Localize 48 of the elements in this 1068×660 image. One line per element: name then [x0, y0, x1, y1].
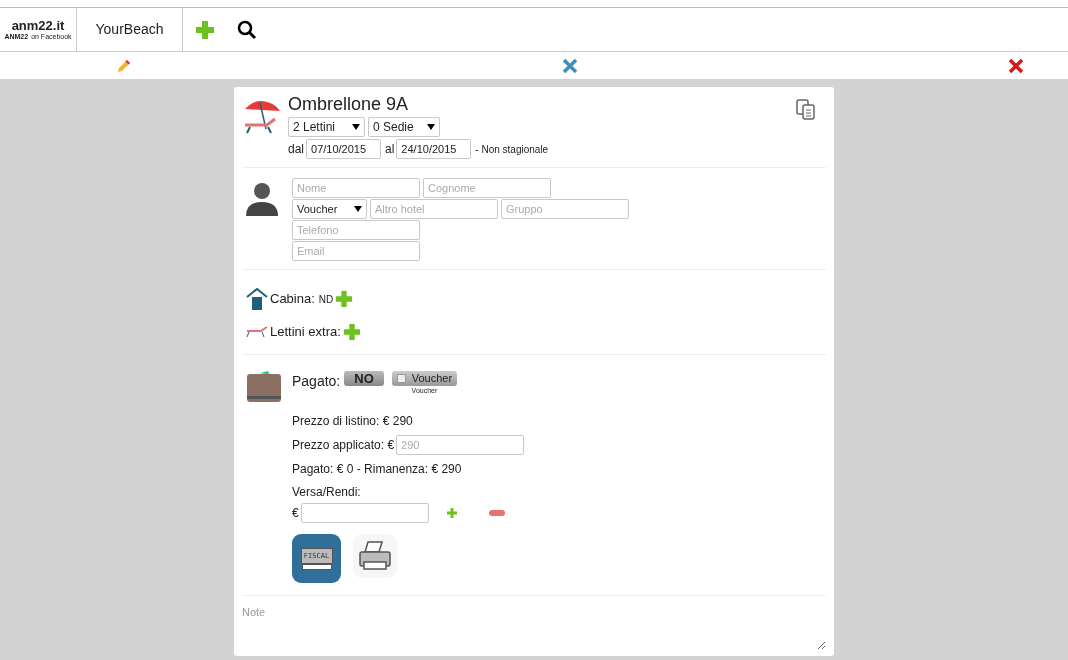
text-field[interactable]: Gruppo: [501, 199, 629, 219]
amount-field[interactable]: [300, 503, 429, 523]
checkbox[interactable]: [396, 373, 406, 383]
minus-icon[interactable]: [488, 510, 505, 516]
list-price: Prezzo di listino: € 290: [292, 413, 414, 430]
text-field[interactable]: Email: [292, 241, 420, 261]
paid-toggle[interactable]: NO: [344, 370, 384, 386]
close-icon[interactable]: [1008, 57, 1024, 74]
plus-icon[interactable]: [446, 508, 457, 518]
count-select[interactable]: 0 Sedie: [368, 117, 440, 137]
text-field[interactable]: Altro hotel: [370, 199, 498, 219]
extra-value: ND: [318, 292, 334, 307]
date-field[interactable]: 24/10/2015: [396, 139, 472, 159]
pencil-icon[interactable]: [117, 58, 131, 73]
date-field[interactable]: 07/10/2015: [306, 139, 381, 159]
close-icon[interactable]: [561, 57, 578, 74]
copy-icon[interactable]: [794, 97, 818, 121]
extra-label: Cabina:: [270, 290, 315, 309]
booking-title: Ombrellone 9A: [288, 93, 410, 115]
caret-icon: [427, 124, 435, 130]
wallet-icon: [246, 368, 282, 403]
applied-price-field[interactable]: 290: [396, 435, 525, 455]
text-field[interactable]: Cognome: [423, 178, 551, 198]
voucher-toggle[interactable]: Voucher: [391, 370, 458, 386]
print-button[interactable]: [353, 534, 397, 578]
search-icon[interactable]: [237, 19, 257, 40]
caret-icon: [352, 124, 360, 130]
caret-icon: [354, 206, 362, 212]
count-select[interactable]: 2 Lettini: [288, 117, 365, 137]
payment-summary: Pagato: € 0 - Rimanenza: € 290: [292, 461, 463, 478]
plus-icon[interactable]: [195, 19, 215, 40]
notes-field[interactable]: Note: [242, 596, 826, 650]
voucher-select[interactable]: Voucher: [292, 199, 367, 219]
versa-label: Versa/Rendi:: [292, 484, 362, 501]
euro-label: €: [292, 505, 299, 522]
plus-icon[interactable]: [342, 322, 361, 341]
paid-label: Pagato:: [292, 371, 341, 391]
applied-price-label: Prezzo applicato: €: [292, 437, 395, 454]
lounger-icon: [246, 325, 268, 338]
text-field[interactable]: Telefono: [292, 220, 420, 240]
text-field[interactable]: Nome: [292, 178, 420, 198]
plus-icon[interactable]: [335, 290, 354, 308]
cabin-icon: [246, 288, 268, 310]
season-label: - Non stagionale: [475, 142, 549, 157]
from-label: dal: [288, 141, 304, 158]
to-label: al: [385, 141, 395, 158]
extra-label: Lettini extra:: [270, 323, 341, 341]
app-name[interactable]: YourBeach: [77, 8, 183, 51]
